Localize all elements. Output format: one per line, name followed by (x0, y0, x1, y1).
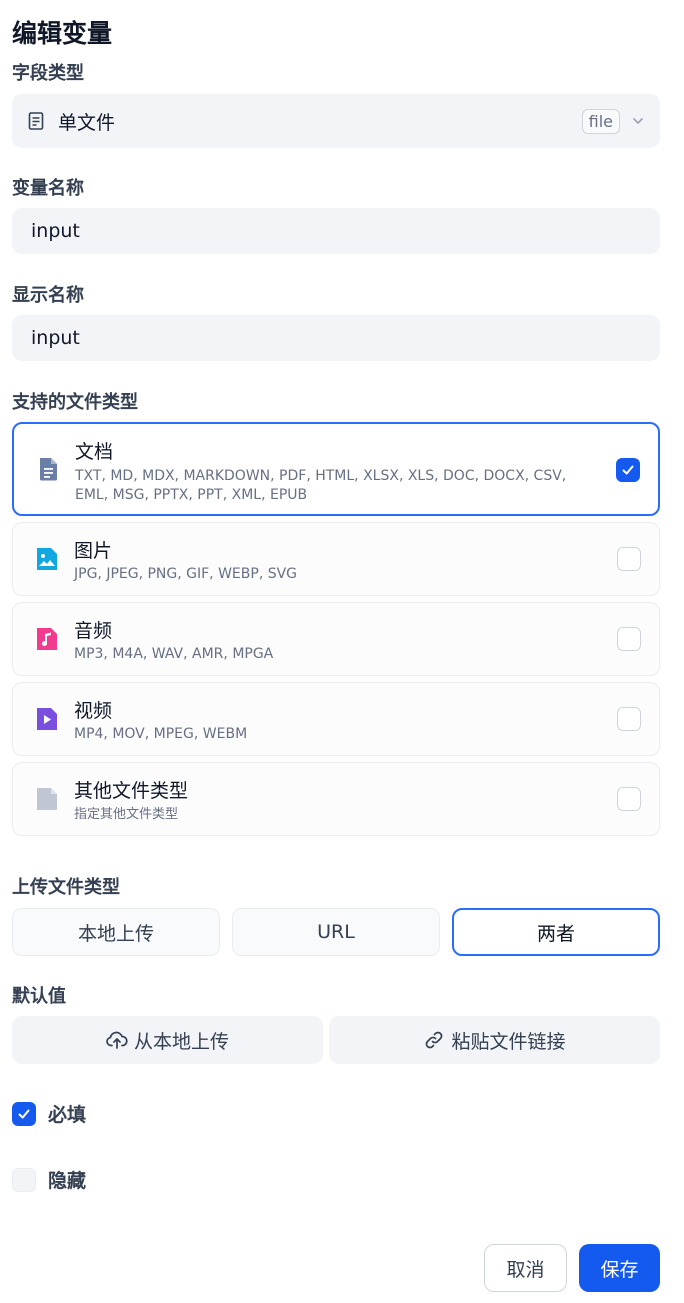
file-type-checkbox[interactable] (616, 458, 640, 482)
field-type-label: 字段类型 (12, 63, 84, 84)
required-checkbox[interactable] (12, 1101, 36, 1126)
default-value-label: 默认值 (12, 986, 66, 1007)
required-label: 必填 (48, 1104, 87, 1126)
file-type-name: 音频 (74, 620, 113, 642)
file-type-checkbox[interactable] (617, 547, 641, 571)
upload-local-button[interactable]: 从本地上传 (12, 1016, 323, 1064)
variable-name-input[interactable]: input (12, 208, 660, 254)
video-icon (35, 707, 59, 731)
file-type-other[interactable]: 其他文件类型 指定其他文件类型 (12, 762, 660, 836)
hidden-toggle[interactable]: 隐藏 (12, 1166, 86, 1193)
file-type-document[interactable]: 文档 TXT, MD, MDX, MARKDOWN, PDF, HTML, XL… (12, 422, 660, 516)
hidden-label: 隐藏 (48, 1170, 87, 1192)
save-button[interactable]: 保存 (579, 1244, 660, 1292)
link-icon (423, 1029, 445, 1051)
upload-option-url[interactable]: URL (232, 908, 440, 956)
file-type-desc: MP3, M4A, WAV, AMR, MPGA (74, 646, 274, 662)
field-type-badge: file (581, 108, 620, 134)
display-name-label: 显示名称 (12, 285, 84, 306)
hidden-checkbox[interactable] (12, 1167, 36, 1192)
audio-icon (35, 627, 59, 651)
cancel-button[interactable]: 取消 (484, 1244, 567, 1292)
file-type-name: 其他文件类型 (74, 780, 189, 802)
field-type-value: 单文件 (58, 111, 116, 134)
cloud-upload-icon (106, 1029, 128, 1051)
dialog-title: 编辑变量 (12, 19, 113, 48)
required-toggle[interactable]: 必填 (12, 1100, 86, 1127)
paste-link-button[interactable]: 粘贴文件链接 (329, 1016, 660, 1064)
file-type-image[interactable]: 图片 JPG, JPEG, PNG, GIF, WEBP, SVG (12, 522, 660, 596)
paste-link-label: 粘贴文件链接 (451, 1030, 566, 1053)
display-name-value: input (31, 327, 80, 349)
file-type-desc: TXT, MD, MDX, MARKDOWN, PDF, HTML, XLSX,… (75, 468, 567, 503)
file-type-desc: JPG, JPEG, PNG, GIF, WEBP, SVG (74, 566, 298, 582)
upload-option-both[interactable]: 两者 (452, 908, 660, 956)
file-type-name: 视频 (74, 700, 113, 722)
file-type-checkbox[interactable] (617, 707, 641, 731)
file-type-checkbox[interactable] (617, 787, 641, 811)
file-type-name: 图片 (74, 540, 113, 562)
supported-types-label: 支持的文件类型 (12, 392, 138, 413)
document-outline-icon (26, 111, 46, 131)
file-type-desc: 指定其他文件类型 (74, 807, 179, 822)
file-type-checkbox[interactable] (617, 627, 641, 651)
file-type-video[interactable]: 视频 MP4, MOV, MPEG, WEBM (12, 682, 660, 756)
field-type-select[interactable]: 单文件 file (12, 94, 660, 148)
variable-name-label: 变量名称 (12, 178, 84, 199)
upload-local-label: 从本地上传 (133, 1030, 229, 1053)
document-icon (36, 457, 60, 481)
upload-method-label: 上传文件类型 (12, 877, 120, 898)
file-icon (35, 787, 59, 811)
display-name-input[interactable]: input (12, 315, 660, 361)
upload-option-local[interactable]: 本地上传 (12, 908, 220, 956)
variable-name-value: input (31, 220, 80, 242)
image-icon (35, 547, 59, 571)
file-type-desc: MP4, MOV, MPEG, WEBM (74, 726, 248, 742)
chevron-down-icon (630, 113, 646, 129)
file-type-audio[interactable]: 音频 MP3, M4A, WAV, AMR, MPGA (12, 602, 660, 676)
file-type-name: 文档 (75, 441, 114, 463)
